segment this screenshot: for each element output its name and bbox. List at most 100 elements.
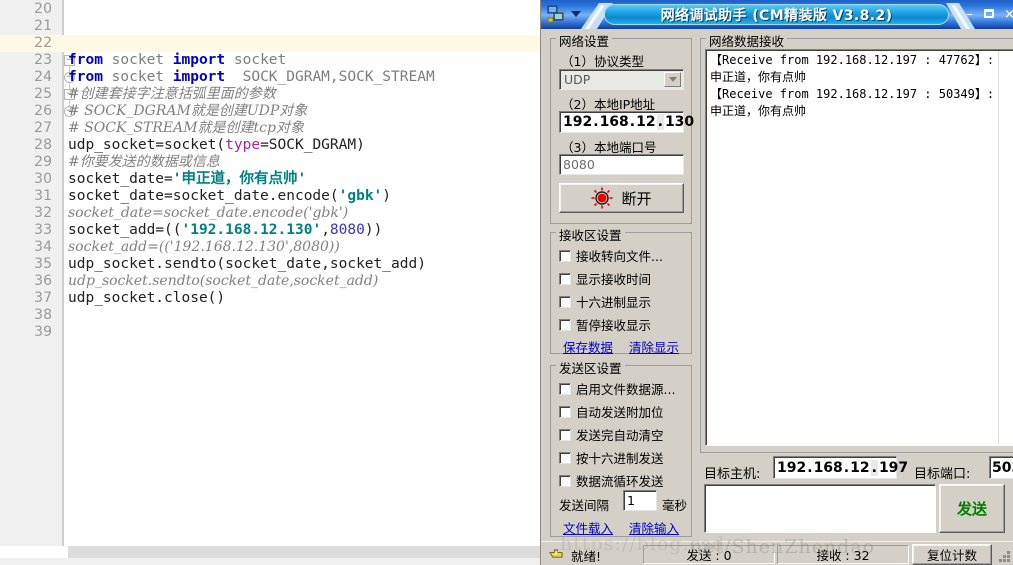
checkbox-box[interactable] — [559, 249, 571, 262]
checkbox-clear-after-send[interactable]: 发送完自动清空 — [559, 425, 664, 444]
checkbox-auto-append[interactable]: 自动发送附加位 — [559, 402, 664, 421]
token-keyword-from: from — [68, 69, 103, 85]
token-message-string: '申正道，你有点帅' — [172, 171, 307, 187]
send-interval-unit: 毫秒 — [662, 498, 688, 513]
local-ip-oct2: 168 — [599, 114, 629, 130]
target-host-input[interactable]: 192. 168. 12 . 197 — [773, 456, 908, 479]
close-button[interactable]: × — [1002, 7, 1013, 22]
checkbox-box[interactable] — [559, 295, 571, 308]
target-port-input[interactable]: 50349 — [989, 456, 1013, 479]
editor-horizontal-scrollbar[interactable] — [68, 546, 540, 558]
window-client-area: 网络设置 （1）协议类型 UDP （2）本地IP地址 192. 168. 12 .1… — [541, 29, 1013, 565]
line-number: 21 — [34, 18, 52, 34]
send-data-textarea[interactable] — [704, 484, 936, 533]
receive-settings-title: 接收区设置 — [556, 225, 625, 244]
local-ip-input[interactable]: 192. 168. 12 . 130 — [559, 111, 694, 133]
code-line-25: #创建套接字注意括弧里面的参数 — [68, 86, 276, 102]
code-line-23: from socket import socket — [68, 52, 286, 69]
checkbox-loop-send[interactable]: 数据流循环发送 — [559, 471, 664, 490]
token-module-socket: socket — [102, 69, 173, 85]
code-line-34: socket_add=(('192.168.12.130',8080)) — [68, 239, 340, 255]
line-number: 32 — [34, 205, 52, 221]
protocol-type-select[interactable]: UDP — [559, 69, 684, 90]
status-receive-count: 接收 : 32 — [777, 545, 909, 564]
token-comma: , — [321, 222, 330, 238]
receive-line-2: 【Receive from 192.168.12.197 : 50349】: 申… — [710, 87, 995, 118]
disconnect-button[interactable]: 断开 — [559, 183, 684, 213]
line-number: 35 — [34, 256, 52, 272]
send-button[interactable]: 发送 — [939, 484, 1005, 533]
token-keyword-import: import — [172, 52, 226, 68]
checkbox-box[interactable] — [559, 428, 571, 441]
line-number: 28 — [34, 137, 52, 153]
token-sock-dgram: =SOCK_DGRAM) — [260, 137, 365, 153]
checkbox-box[interactable] — [559, 474, 571, 487]
checkbox-receive-to-file[interactable]: 接收转向文件... — [559, 246, 663, 265]
line-number: 29 — [34, 154, 52, 170]
checkbox-box[interactable] — [559, 318, 571, 331]
checkbox-label: 数据流循环发送 — [576, 474, 664, 489]
token-gbk-string: 'gbk' — [338, 188, 383, 204]
window-title: 网络调试助手 (CM精装版 V3.8.2) — [660, 7, 893, 24]
checkbox-label: 十六进制显示 — [576, 295, 652, 310]
checkbox-hex-display[interactable]: 十六进制显示 — [559, 292, 651, 311]
checkbox-box[interactable] — [559, 272, 571, 285]
checkbox-label: 接收转向文件... — [576, 249, 663, 264]
token-type-kwarg: type — [225, 137, 261, 153]
load-file-link[interactable]: 文件载入 — [563, 518, 613, 537]
minimize-button[interactable]: – — [962, 7, 977, 22]
checkbox-enable-file-source[interactable]: 启用文件数据源... — [559, 379, 675, 398]
receive-line-1: 【Receive from 192.168.12.197 : 47762】: 申… — [710, 53, 995, 84]
local-port-input[interactable]: 8080 — [559, 154, 684, 175]
checkbox-hex-send[interactable]: 按十六进制发送 — [559, 448, 664, 467]
line-number: 26 — [34, 103, 52, 119]
line-number: 25 — [34, 86, 52, 102]
checkbox-box[interactable] — [559, 382, 571, 395]
window-resize-grip[interactable] — [998, 549, 1012, 563]
window-titlebar[interactable]: 网络调试助手 (CM精装版 V3.8.2) – × — [541, 0, 1013, 29]
chevron-down-icon[interactable] — [664, 72, 681, 87]
clear-display-link[interactable]: 清除显示 — [629, 337, 679, 356]
target-host-dot3: . — [870, 459, 878, 476]
send-interval-input[interactable]: 1 — [623, 490, 657, 511]
local-ip-oct4: 130 — [664, 114, 695, 130]
code-line-36: udp_socket.sendto(socket_date,socket_add… — [68, 273, 379, 289]
checkbox-label: 发送完自动清空 — [576, 428, 664, 443]
save-data-link[interactable]: 保存数据 — [563, 337, 613, 356]
token-close-parens: )) — [364, 222, 383, 238]
line-number: 31 — [34, 188, 52, 204]
local-ip-dot3: . — [656, 114, 664, 130]
pointing-hand-icon — [549, 549, 563, 558]
status-send-count: 发送 : 0 — [643, 545, 775, 564]
token-close-paren: ) — [382, 188, 392, 204]
checkbox-show-receive-time[interactable]: 显示接收时间 — [559, 269, 651, 288]
receive-vertical-scrollbar[interactable] — [998, 51, 1013, 444]
code-line-29: #你要发送的数据或信息 — [68, 154, 220, 170]
line-number: 39 — [34, 324, 52, 340]
checkbox-pause-receive[interactable]: 暂停接收显示 — [559, 315, 651, 334]
connection-indicator-icon — [591, 187, 613, 209]
code-line-35: udp_socket.sendto(socket_date,socket_add… — [68, 256, 426, 272]
target-host-label: 目标主机: — [704, 467, 761, 482]
token-encode-call: socket_date=socket_date.encode( — [68, 188, 339, 204]
titlebar-dropdown-caret[interactable] — [571, 11, 581, 17]
clear-input-link[interactable]: 清除输入 — [629, 518, 679, 537]
checkbox-label: 启用文件数据源... — [576, 382, 676, 397]
receive-data-textarea[interactable]: 【Receive from 192.168.12.197 : 47762】: 申… — [705, 49, 1013, 446]
code-line-37: udp_socket.close() — [68, 290, 226, 306]
target-host-oct3: 12 — [850, 459, 870, 476]
code-line-24: from socket import SOCK_DGRAM,SOCK_STREA… — [68, 69, 435, 86]
target-host-oct4: 197 — [878, 459, 909, 476]
token-socket-add-assign: socket_add=(( — [68, 222, 182, 238]
checkbox-box[interactable] — [559, 451, 571, 464]
disconnect-button-label: 断开 — [621, 189, 652, 208]
code-editor-pane[interactable]: 20 21 22 23 24 25 26 27 28 29 30 31 32 3… — [0, 0, 540, 565]
send-settings-title: 发送区设置 — [556, 358, 625, 377]
network-debug-assistant-window: 网络调试助手 (CM精装版 V3.8.2) – × 网络设置 （1）协议类型 U… — [540, 0, 1013, 565]
code-line-26: # SOCK_DGRAM就是创建UDP对象 — [68, 103, 308, 119]
window-title-banner: 网络调试助手 (CM精装版 V3.8.2) — [604, 4, 949, 25]
checkbox-label: 自动发送附加位 — [576, 405, 664, 420]
token-module-socket: socket — [102, 52, 173, 68]
reset-counter-button[interactable]: 复位计数 — [912, 544, 992, 565]
checkbox-box[interactable] — [559, 405, 571, 418]
